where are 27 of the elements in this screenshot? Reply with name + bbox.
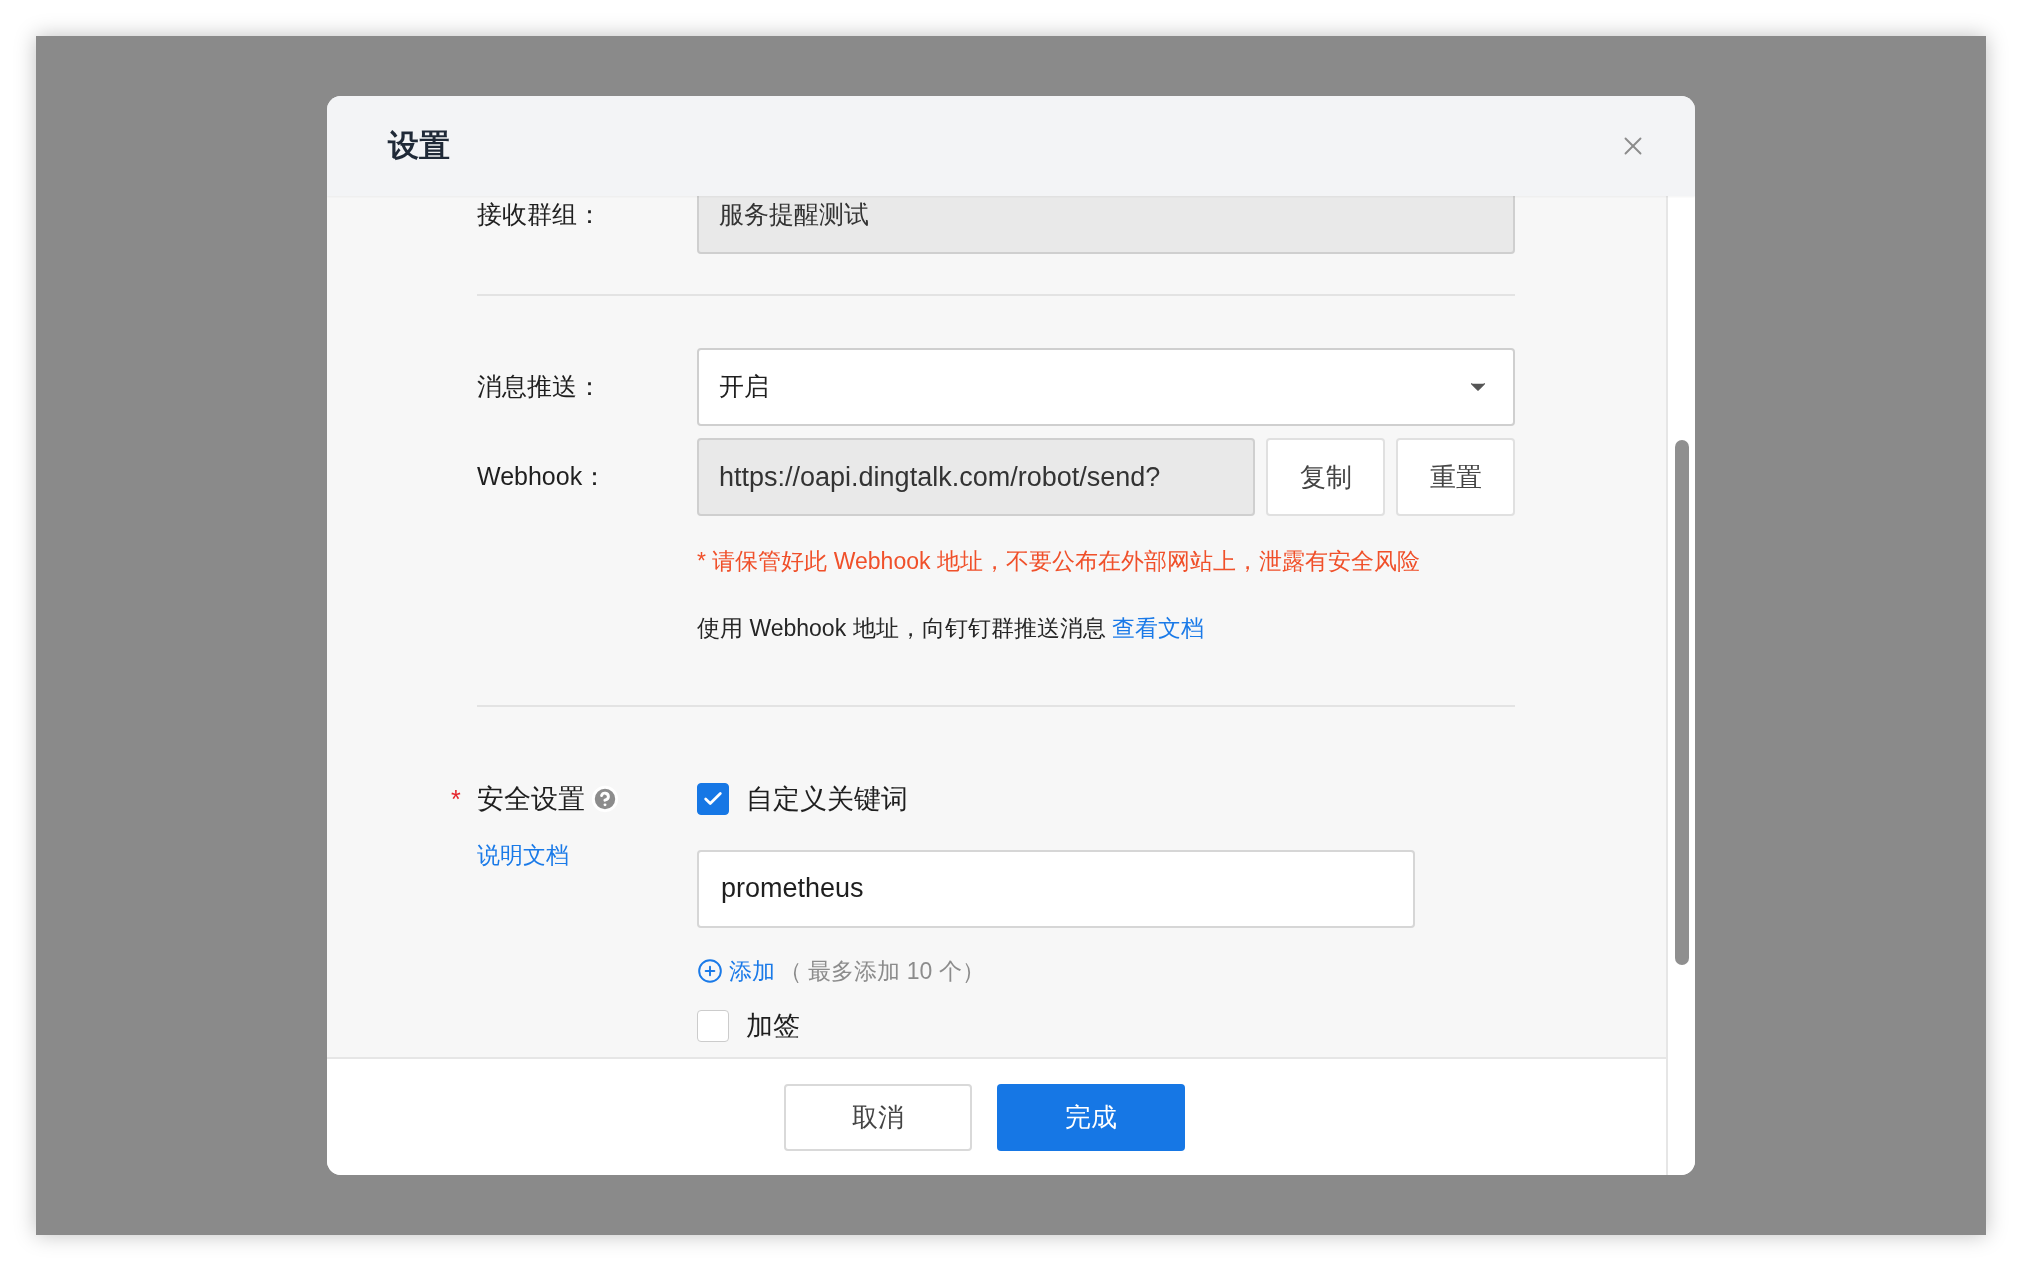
cancel-button[interactable]: 取消 xyxy=(784,1083,972,1151)
group-field: 服务提醒测试 xyxy=(697,196,1515,254)
keyword-field[interactable]: prometheus xyxy=(697,849,1415,928)
webhook-button[interactable]: 复制 xyxy=(1266,438,1385,516)
dialog-title: 设置 xyxy=(388,126,450,165)
help-icon[interactable] xyxy=(591,785,619,814)
add-hint: （ 最多添加 10 个） xyxy=(779,956,985,986)
done-button[interactable]: 完成 xyxy=(997,1083,1185,1151)
checkbox-label: 加签 xyxy=(746,1010,800,1043)
field-label: 安全设置 xyxy=(477,783,585,816)
checkbox[interactable] xyxy=(697,783,729,816)
add-icon xyxy=(697,957,723,984)
required-mark: * xyxy=(451,783,461,815)
add-button[interactable]: 添加 xyxy=(697,953,775,988)
usage-text: 使用 Webhook 地址，向钉钉群推送消息 查看文档 xyxy=(697,613,1205,643)
webhook-button[interactable]: 重置 xyxy=(1396,438,1515,516)
field-label: 消息推送： xyxy=(477,371,603,403)
docs-link[interactable]: 说明文档 xyxy=(477,837,569,872)
field-label: 接收群组： xyxy=(477,199,603,231)
docs-link[interactable]: 查看文档 xyxy=(1111,614,1204,641)
field-label: Webhook： xyxy=(477,461,609,493)
checkbox[interactable] xyxy=(697,1010,729,1043)
push-select[interactable]: 开启 xyxy=(697,348,1515,426)
checkbox-label: 自定义关键词 xyxy=(746,783,908,816)
scrollbar-thumb[interactable] xyxy=(1674,440,1689,965)
warning-text: * 请保管好此 Webhook 地址，不要公布在外部网站上，泄露有安全风险 xyxy=(697,547,1421,576)
webhook-field[interactable]: https://oapi.dingtalk.com/robot/send? xyxy=(697,438,1255,516)
